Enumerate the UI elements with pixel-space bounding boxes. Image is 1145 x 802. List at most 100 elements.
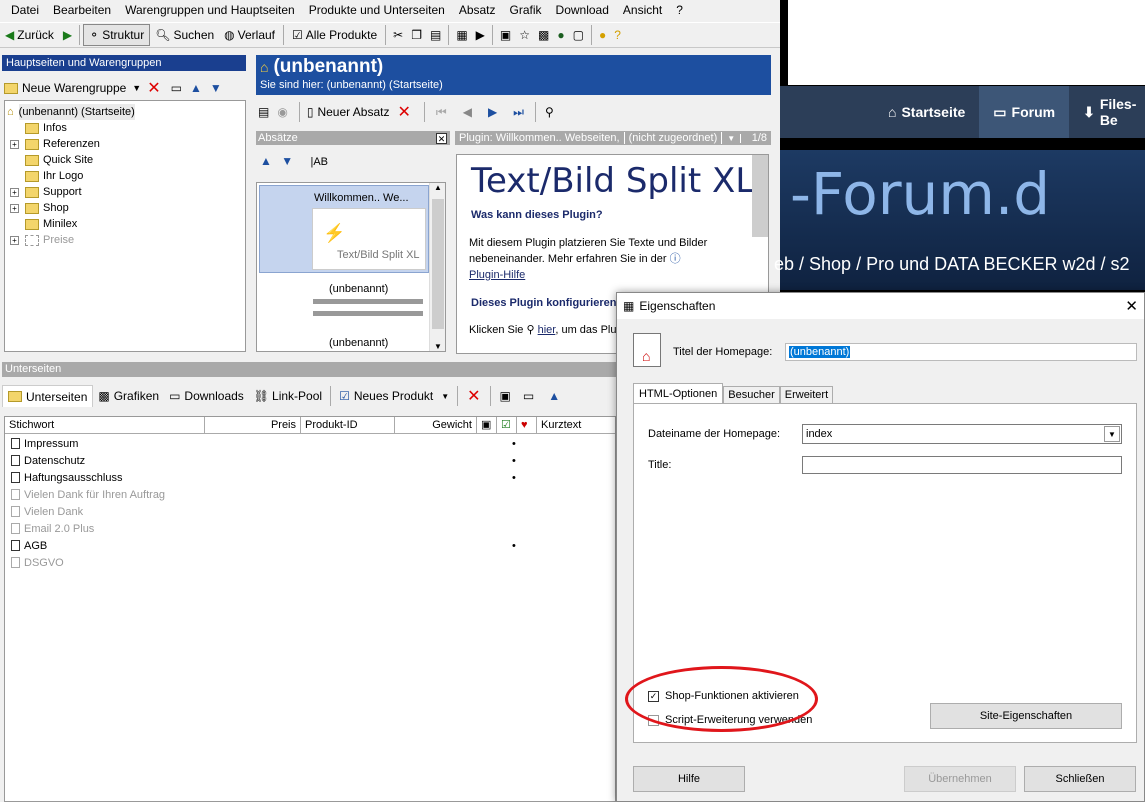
new-group-button[interactable]: Neue Warengruppe bbox=[22, 81, 126, 95]
scrollbar[interactable]: ▲ ▼ bbox=[429, 183, 445, 351]
menu-file[interactable]: Datei bbox=[4, 0, 46, 20]
tree-item-referenzen[interactable]: + Referenzen bbox=[5, 136, 245, 152]
close-icon[interactable]: ✕ bbox=[1125, 297, 1138, 315]
tree-item-infos[interactable]: Infos bbox=[5, 120, 245, 136]
dropdown-arrow-icon[interactable]: ▼ bbox=[722, 133, 742, 143]
move-up-icon[interactable]: ▲ bbox=[260, 154, 272, 168]
tree-item-shop[interactable]: + Shop bbox=[5, 200, 245, 216]
new-folder-icon[interactable]: ▣ bbox=[500, 389, 511, 403]
history-button[interactable]: ◍ Verlauf bbox=[219, 24, 280, 46]
properties-icon[interactable]: ▦ bbox=[452, 28, 471, 42]
nav-home[interactable]: ⌂ Startseite bbox=[780, 86, 979, 138]
menu-graphic[interactable]: Grafik bbox=[503, 0, 549, 20]
paste-icon[interactable]: ▤ bbox=[426, 28, 445, 42]
folder-move-icon[interactable]: ▭ bbox=[523, 389, 534, 403]
settings-icon[interactable]: ◉ bbox=[277, 105, 287, 119]
next-icon[interactable]: ▶ bbox=[488, 105, 497, 119]
scroll-thumb[interactable] bbox=[432, 199, 444, 329]
expand-icon[interactable]: + bbox=[10, 139, 19, 149]
apply-button[interactable]: Übernehmen bbox=[904, 766, 1016, 792]
move-down-icon[interactable]: ▼ bbox=[281, 154, 293, 168]
here-link[interactable]: hier bbox=[538, 324, 556, 336]
tab-subpages[interactable]: Unterseiten bbox=[2, 385, 94, 407]
prev-icon[interactable]: ◀ bbox=[463, 105, 472, 119]
col-price[interactable]: Preis bbox=[205, 417, 301, 433]
help-button[interactable]: Hilfe bbox=[633, 766, 745, 792]
col-image[interactable]: ▣ bbox=[477, 417, 497, 433]
help-icon[interactable]: ? bbox=[610, 28, 625, 42]
menu-view[interactable]: Ansicht bbox=[616, 0, 669, 20]
last-icon[interactable]: ⏭ bbox=[513, 105, 524, 120]
table-row[interactable]: Impressum • bbox=[5, 435, 615, 452]
close-icon[interactable]: ✕ bbox=[436, 132, 447, 144]
expand-icon[interactable]: + bbox=[10, 203, 19, 213]
move-up-icon[interactable]: ▲ bbox=[190, 81, 202, 95]
move-up-icon[interactable]: ▲ bbox=[548, 389, 560, 403]
first-icon[interactable]: ⏮ bbox=[436, 105, 447, 120]
list-item[interactable]: (unbenannt) bbox=[259, 333, 429, 351]
menu-products[interactable]: Produkte und Unterseiten bbox=[302, 0, 452, 20]
play-icon[interactable]: ▶ bbox=[472, 28, 489, 42]
layout-icon[interactable]: ▤ bbox=[258, 105, 269, 119]
tab-visitors[interactable]: Besucher bbox=[723, 386, 780, 403]
image-icon[interactable]: ▩ bbox=[534, 28, 553, 42]
tree-item-quicksite[interactable]: Quick Site bbox=[5, 152, 245, 168]
menu-help[interactable]: ? bbox=[669, 0, 690, 20]
delete-icon[interactable]: ✕ bbox=[467, 386, 480, 406]
list-item[interactable]: (unbenannt) bbox=[259, 279, 429, 325]
col-check[interactable]: ☑ bbox=[497, 417, 517, 433]
tab-link-pool[interactable]: ⛓ Link-Pool bbox=[249, 385, 327, 407]
star-icon[interactable]: ☆ bbox=[515, 28, 534, 42]
menu-download[interactable]: Download bbox=[549, 0, 616, 20]
col-weight[interactable]: Gewicht bbox=[395, 417, 477, 433]
table-row[interactable]: Vielen Dank bbox=[5, 503, 615, 520]
table-row[interactable]: DSGVO bbox=[5, 554, 615, 571]
preview-icon[interactable]: ▢ bbox=[569, 28, 588, 42]
table-row[interactable]: Vielen Dank für Ihren Auftrag bbox=[5, 486, 615, 503]
tab-html-options[interactable]: HTML-Optionen bbox=[633, 383, 724, 404]
homepage-title-field[interactable]: (unbenannt) bbox=[785, 343, 1137, 361]
preview-scrollbar[interactable] bbox=[752, 155, 768, 237]
col-product-id[interactable]: Produkt-ID bbox=[301, 417, 395, 433]
menu-groups[interactable]: Warengruppen und Hauptseiten bbox=[118, 0, 302, 20]
structure-button[interactable]: ⚬ Struktur bbox=[83, 24, 151, 46]
cut-icon[interactable]: ✂ bbox=[389, 28, 407, 42]
table-row[interactable]: Haftungsausschluss • bbox=[5, 469, 615, 486]
tip-icon[interactable]: ● bbox=[595, 28, 610, 42]
scroll-up-icon[interactable]: ▲ bbox=[430, 183, 445, 192]
title-field[interactable] bbox=[802, 456, 1122, 474]
tree-item-support[interactable]: + Support bbox=[5, 184, 245, 200]
expand-icon[interactable]: + bbox=[10, 187, 19, 197]
search-icon[interactable]: ⚲ bbox=[545, 105, 554, 119]
tab-downloads[interactable]: ▭ Downloads bbox=[164, 385, 249, 407]
menu-paragraph[interactable]: Absatz bbox=[452, 0, 503, 20]
list-item-selected[interactable]: Willkommen.. We... ⚡ Text/Bild Split XL bbox=[259, 185, 429, 273]
table-row[interactable]: Email 2.0 Plus bbox=[5, 520, 615, 537]
col-heart[interactable]: ♥ bbox=[517, 417, 537, 433]
tree-root[interactable]: ⌂ (unbenannt) (Startseite) bbox=[5, 104, 245, 120]
tree-item-preise[interactable]: + Preise bbox=[5, 232, 245, 248]
new-product-button[interactable]: ☑ Neues Produkt ▼ bbox=[334, 385, 454, 407]
back-button[interactable]: ◀ Zurück bbox=[0, 24, 59, 46]
tree-item-logo[interactable]: Ihr Logo bbox=[5, 168, 245, 184]
table-row[interactable]: AGB • bbox=[5, 537, 615, 554]
dropdown-arrow-icon[interactable]: ▼ bbox=[132, 83, 141, 93]
new-paragraph-button[interactable]: Neuer Absatz bbox=[317, 105, 389, 119]
delete-icon[interactable]: ✕ bbox=[147, 78, 160, 98]
menu-edit[interactable]: Bearbeiten bbox=[46, 0, 118, 20]
scroll-down-icon[interactable]: ▼ bbox=[434, 342, 442, 351]
table-row[interactable]: Datenschutz • bbox=[5, 452, 615, 469]
move-down-icon[interactable]: ▼ bbox=[210, 81, 222, 95]
delete-icon[interactable]: ✕ bbox=[397, 102, 410, 122]
arrow-right-icon[interactable]: ▶ bbox=[59, 28, 76, 42]
tree-item-minilex[interactable]: Minilex bbox=[5, 216, 245, 232]
plugin-help-link[interactable]: Plugin-Hilfe bbox=[469, 267, 707, 283]
all-products-button[interactable]: ☑ Alle Produkte bbox=[287, 24, 382, 46]
col-short-text[interactable]: Kurztext bbox=[537, 417, 597, 433]
site-properties-button[interactable]: Site-Eigenschaften bbox=[930, 703, 1122, 729]
text-edit-icon[interactable]: |AB bbox=[310, 156, 328, 168]
new-folder-icon[interactable]: ▭ bbox=[171, 81, 182, 95]
nav-files[interactable]: ⬇ Files-Be bbox=[1069, 86, 1145, 138]
col-keyword[interactable]: Stichwort bbox=[5, 417, 205, 433]
search-button[interactable]: 🔍︎ Suchen bbox=[150, 24, 219, 46]
